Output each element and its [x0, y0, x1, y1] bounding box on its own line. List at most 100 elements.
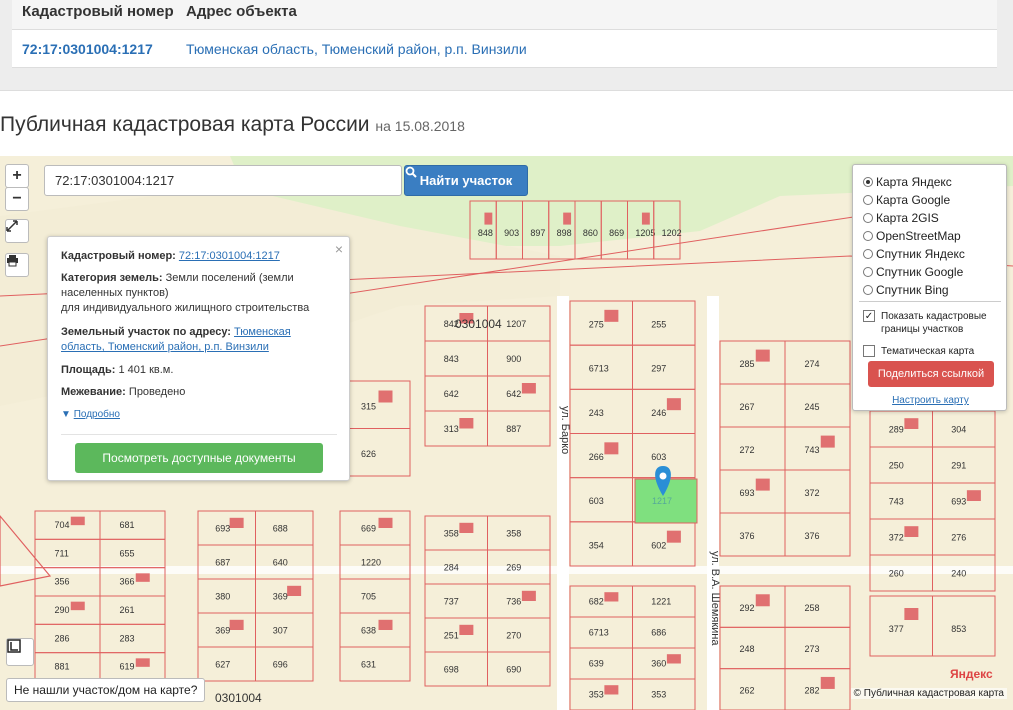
- building: [70, 516, 85, 526]
- layer-radio[interactable]: [863, 249, 873, 259]
- parcel-number: 260: [889, 569, 904, 579]
- layer-option[interactable]: Спутник Google: [863, 263, 963, 281]
- parcel-number: 638: [361, 625, 376, 635]
- layer-radio[interactable]: [863, 231, 873, 241]
- thematic-map-option[interactable]: Тематическая карта: [863, 342, 974, 360]
- parcel-number: 669: [361, 523, 376, 533]
- print-button[interactable]: [5, 253, 29, 277]
- building: [70, 601, 85, 611]
- parcel-number: 269: [506, 562, 521, 572]
- parcel-number: 380: [215, 591, 230, 601]
- parcel-number: 900: [506, 354, 521, 364]
- layer-option[interactable]: Карта 2GIS: [863, 209, 939, 227]
- address-link[interactable]: область, Тюменский район, р.п. Винзили: [61, 341, 269, 353]
- not-found-button[interactable]: Не нашли участок/дом на карте?: [6, 678, 206, 702]
- building: [229, 517, 244, 528]
- more-details-link[interactable]: ▼ Подробно: [61, 409, 120, 420]
- show-borders-checkbox[interactable]: ✓: [863, 310, 875, 322]
- layer-radio[interactable]: [863, 267, 873, 277]
- legend-button[interactable]: [6, 638, 34, 666]
- building: [135, 658, 150, 667]
- parcel-number: 602: [651, 540, 666, 550]
- parcel-number: 358: [506, 528, 521, 538]
- building: [755, 349, 770, 362]
- zoom-out-button[interactable]: −: [5, 187, 29, 211]
- parcel-number: 681: [120, 520, 135, 530]
- parcel-number: 903: [504, 228, 519, 238]
- road-shemyakina: [707, 296, 719, 710]
- parcel-number: 642: [506, 389, 521, 399]
- result-cadastral-number-link[interactable]: 72:17:0301004:1217: [22, 41, 153, 57]
- parcel-number: 1207: [506, 319, 526, 329]
- parcel-number: 297: [651, 364, 666, 374]
- parcel-number: 313: [444, 424, 459, 434]
- parcel-number: 848: [478, 228, 493, 238]
- parcel-number: 687: [215, 557, 230, 567]
- layer-option-label: Карта 2GIS: [876, 211, 939, 225]
- cadastral-map[interactable]: 848 903 897 898 860 869 1205 1202 842 1207 843 900 6…: [0, 156, 1013, 710]
- parcel-number: 282: [805, 685, 820, 695]
- parcel-number: 274: [805, 359, 820, 369]
- thematic-map-label: Тематическая карта: [881, 345, 975, 357]
- view-documents-button[interactable]: Посмотреть доступные документы: [75, 443, 323, 473]
- layer-radio[interactable]: [863, 177, 873, 187]
- result-table-header: Кадастровый номер Адрес объекта: [12, 0, 997, 30]
- cadnum-link[interactable]: 72:17:0301004:1217: [179, 250, 280, 262]
- address-label: Земельный участок по адресу:: [61, 326, 231, 338]
- column-header-number: Кадастровый номер: [22, 3, 174, 20]
- parcel-number: 307: [273, 625, 288, 635]
- address-link[interactable]: Тюменская: [234, 326, 291, 338]
- map-copyright: © Публичная кадастровая карта: [850, 688, 1007, 699]
- fullscreen-button[interactable]: [5, 219, 29, 243]
- parcel-number: 290: [55, 605, 70, 615]
- cadnum-row: Кадастровый номер: 72:17:0301004:1217: [61, 249, 341, 264]
- layer-option[interactable]: Спутник Яндекс: [863, 245, 965, 263]
- page-title-text: Публичная кадастровая карта России: [0, 113, 370, 136]
- parcel-number: 291: [951, 461, 966, 471]
- layer-option-label: Карта Google: [876, 193, 951, 207]
- layer-option[interactable]: Карта Яндекс: [863, 173, 952, 191]
- area-row: Площадь: 1 401 кв.м.: [61, 363, 341, 378]
- building: [666, 654, 681, 664]
- column-header-address: Адрес объекта: [186, 3, 297, 20]
- find-parcel-button[interactable]: Найти участок: [404, 165, 528, 196]
- layer-radio[interactable]: [863, 285, 873, 295]
- parcel-number: 619: [120, 662, 135, 672]
- layer-option[interactable]: Спутник Bing: [863, 281, 949, 299]
- layer-option-label: Карта Яндекс: [876, 175, 952, 189]
- result-address-link[interactable]: Тюменская область, Тюменский район, р.п.…: [186, 41, 527, 57]
- layer-option-label: Спутник Bing: [876, 283, 949, 297]
- parcel-number: 640: [273, 557, 288, 567]
- layer-radio[interactable]: [863, 195, 873, 205]
- printer-icon: [7, 255, 18, 267]
- result-table: Кадастровый номер Адрес объекта 72:17:03…: [12, 0, 997, 68]
- layer-radio[interactable]: [863, 213, 873, 223]
- parcel-number: 356: [55, 577, 70, 587]
- configure-map-link[interactable]: Настроить карту: [853, 395, 1008, 406]
- area-label: Площадь:: [61, 364, 116, 376]
- parcel-number: 366: [120, 577, 135, 587]
- cadnum-label: Кадастровый номер:: [61, 250, 176, 262]
- layer-option[interactable]: Карта Google: [863, 191, 950, 209]
- parcel-number: 369: [215, 625, 230, 635]
- building: [666, 398, 681, 411]
- building: [904, 418, 919, 429]
- divider: [61, 434, 337, 435]
- building: [904, 608, 919, 620]
- layer-option[interactable]: OpenStreetMap: [863, 227, 961, 245]
- parcel-number: 250: [889, 461, 904, 471]
- thematic-map-checkbox[interactable]: [863, 345, 875, 357]
- parcel-number: 267: [740, 402, 755, 412]
- show-borders-option[interactable]: ✓ Показать кадастровые границы участков: [863, 310, 987, 335]
- parcel-number: 240: [951, 569, 966, 579]
- cadastral-search-input[interactable]: [44, 165, 402, 196]
- building: [378, 517, 393, 528]
- parcel-info-card: × Кадастровый номер: 72:17:0301004:1217 …: [47, 236, 350, 481]
- parcel-number: 261: [120, 605, 135, 615]
- parcel-number: 315: [361, 402, 376, 412]
- building: [459, 418, 474, 429]
- zoom-in-button[interactable]: +: [5, 164, 29, 188]
- parcel-number: 1202: [662, 228, 682, 238]
- share-link-button[interactable]: Поделиться ссылкой: [868, 361, 994, 387]
- parcel-number: 843: [444, 354, 459, 364]
